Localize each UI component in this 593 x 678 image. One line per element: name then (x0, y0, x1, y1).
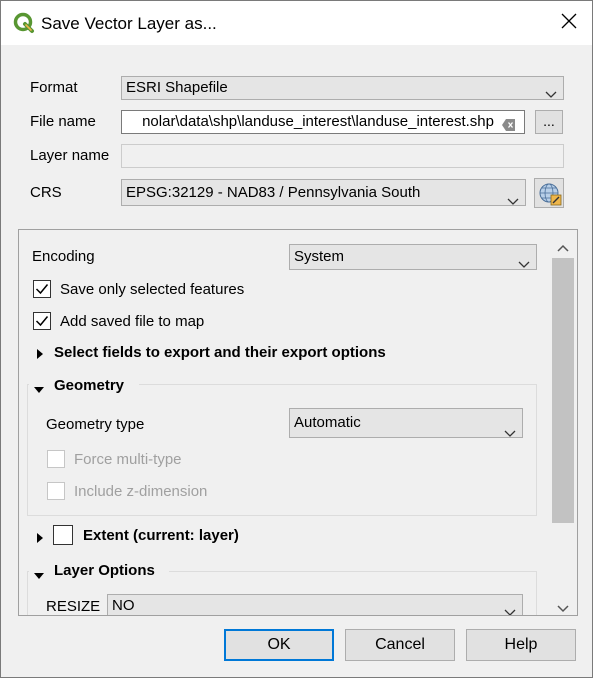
crs-label: CRS (30, 184, 62, 201)
extent-header[interactable]: Extent (current: layer) (83, 527, 239, 544)
add-to-map-label: Add saved file to map (60, 313, 205, 330)
crs-combobox[interactable]: EPSG:32129 - NAD83 / Pennsylvania South (121, 179, 526, 206)
help-button[interactable]: Help (466, 629, 576, 661)
options-scroll-area: Encoding System Save only selected featu… (18, 229, 578, 616)
geometry-type-value: Automatic (294, 414, 361, 431)
file-name-label: File name (30, 113, 96, 130)
layer-name-input (121, 144, 564, 168)
expand-arrow-icon[interactable] (36, 346, 44, 363)
close-icon (561, 13, 577, 33)
layer-name-label: Layer name (30, 147, 110, 164)
geometry-type-label: Geometry type (46, 416, 145, 433)
save-vector-layer-dialog: Save Vector Layer as... Format ESRI Shap… (0, 0, 593, 678)
force-multi-label: Force multi-type (74, 451, 182, 468)
scroll-up-icon[interactable] (557, 239, 569, 256)
crs-value: EPSG:32129 - NAD83 / Pennsylvania South (126, 184, 421, 201)
encoding-combobox[interactable]: System (289, 244, 537, 270)
format-label: Format (30, 79, 78, 96)
file-name-value: nolar\data\shp\landuse_interest\landuse_… (142, 113, 494, 130)
chevron-down-icon (504, 420, 516, 437)
encoding-value: System (294, 248, 345, 265)
expand-arrow-icon[interactable] (36, 530, 44, 547)
force-multi-checkbox[interactable] (47, 450, 65, 468)
ok-button[interactable]: OK (224, 629, 334, 661)
checkmark-icon (35, 282, 49, 300)
cancel-button[interactable]: Cancel (345, 629, 455, 661)
layer-options-header[interactable]: Layer Options (54, 562, 155, 579)
file-name-input[interactable]: nolar\data\shp\landuse_interest\landuse_… (121, 110, 525, 134)
checkmark-icon (35, 314, 49, 332)
add-to-map-checkbox[interactable] (33, 312, 51, 330)
save-selected-checkbox[interactable] (33, 280, 51, 298)
window-title: Save Vector Layer as... (41, 14, 217, 33)
clear-icon[interactable] (502, 116, 516, 133)
scroll-down-icon[interactable] (557, 600, 569, 617)
chevron-down-icon (507, 189, 519, 205)
select-fields-header[interactable]: Select fields to export and their export… (54, 344, 386, 361)
qgis-logo-icon (13, 12, 35, 38)
browse-button[interactable]: ... (535, 110, 563, 134)
resize-value: NO (112, 597, 135, 614)
collapse-arrow-icon[interactable] (34, 381, 44, 398)
save-selected-label: Save only selected features (60, 281, 245, 298)
chevron-down-icon (518, 253, 530, 269)
close-button[interactable] (546, 1, 592, 45)
title-bar: Save Vector Layer as... (1, 1, 592, 45)
include-z-label: Include z-dimension (74, 483, 208, 500)
geometry-type-combobox[interactable]: Automatic (289, 408, 523, 438)
globe-projection-icon (538, 182, 562, 209)
geometry-header[interactable]: Geometry (54, 377, 125, 394)
encoding-label: Encoding (32, 248, 95, 265)
select-crs-button[interactable] (534, 178, 564, 208)
resize-combobox[interactable]: NO (107, 594, 523, 615)
chevron-down-icon (504, 602, 516, 615)
resize-label: RESIZE (46, 598, 101, 615)
scrollbar-thumb[interactable] (552, 258, 574, 523)
format-value: ESRI Shapefile (126, 79, 228, 96)
extent-checkbox[interactable] (53, 525, 73, 545)
format-combobox[interactable]: ESRI Shapefile (121, 76, 564, 100)
collapse-arrow-icon[interactable] (34, 567, 44, 584)
include-z-checkbox[interactable] (47, 482, 65, 500)
chevron-down-icon (545, 84, 557, 99)
